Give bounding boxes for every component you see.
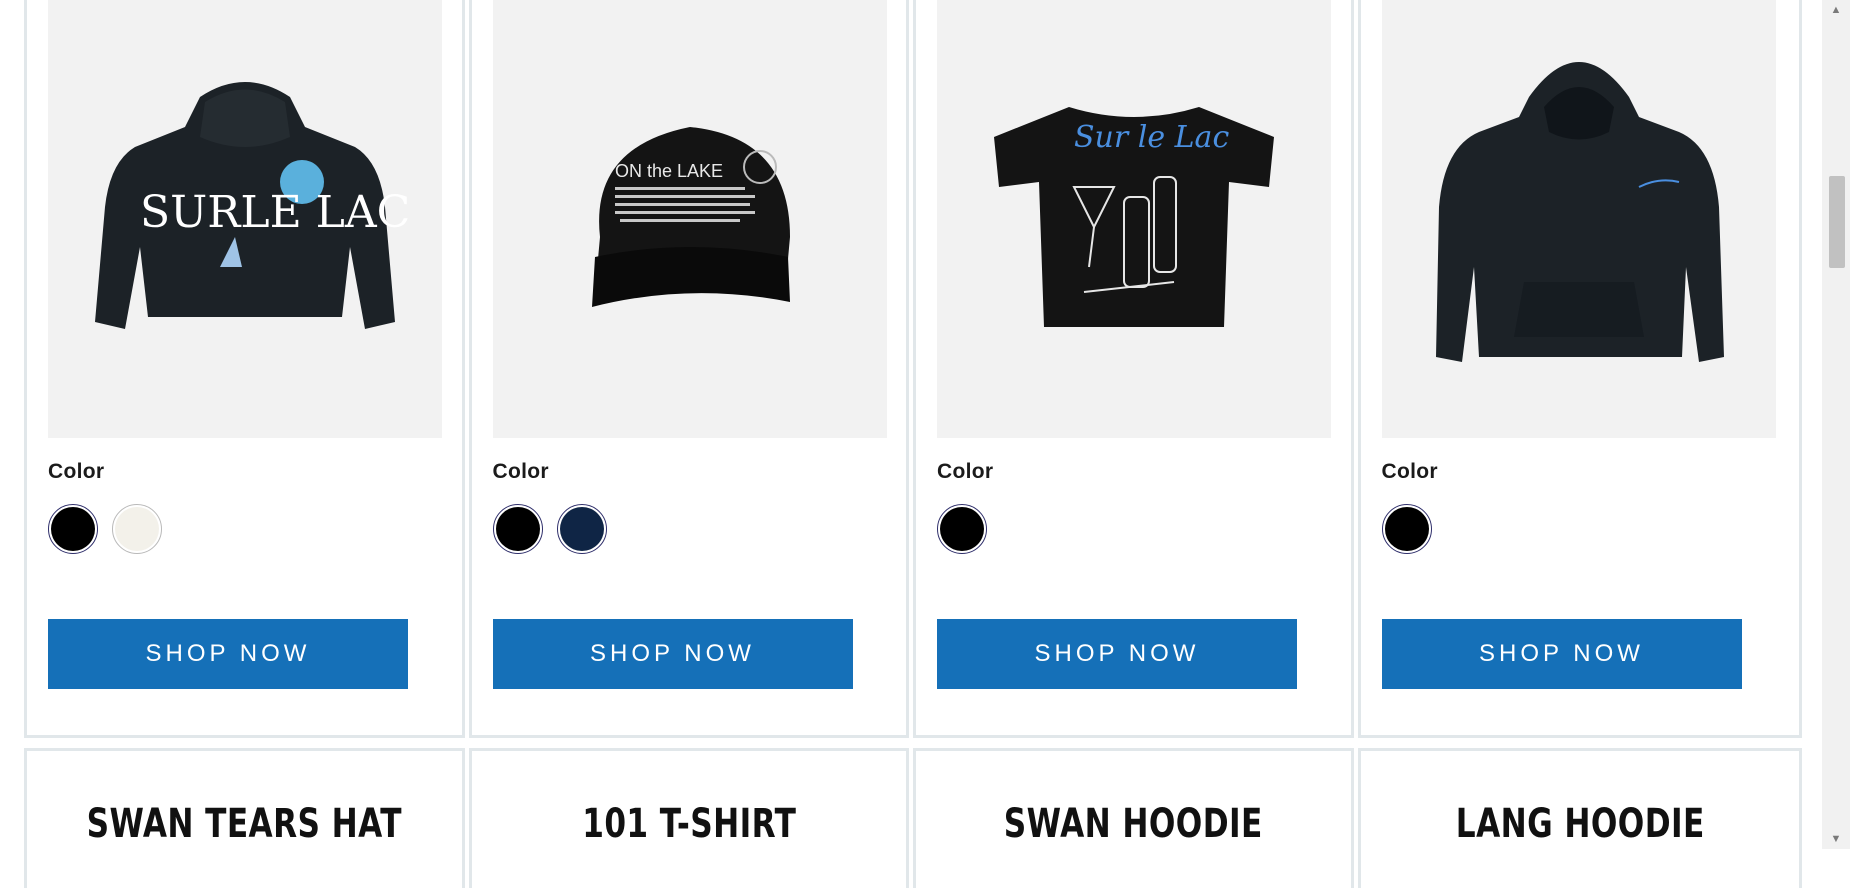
product-title[interactable]: 101 T-SHIRT [519, 801, 858, 847]
product-title[interactable]: SWAN TEARS HAT [75, 801, 414, 847]
hoodie-front-image [1435, 62, 1724, 362]
scroll-up-arrow-icon[interactable]: ▲ [1822, 0, 1850, 20]
shop-now-button[interactable]: SHOP NOW [937, 619, 1297, 689]
shop-now-button[interactable]: SHOP NOW [492, 619, 853, 689]
product-card: SWAN HOODIE [913, 748, 1354, 888]
product-card: 101 T-SHIRT [468, 748, 909, 888]
swatch-cream[interactable] [112, 504, 162, 554]
vertical-scrollbar[interactable]: ▲ ▼ [1822, 0, 1850, 849]
scroll-thumb[interactable] [1829, 176, 1845, 268]
product-title[interactable]: LANG HOODIE [1409, 801, 1751, 847]
product-grid-row: SURLE LAC Color SHOP NOW ON the LAKE Col… [24, 0, 1802, 738]
product-image[interactable]: SURLE LAC [48, 0, 442, 438]
shop-now-button[interactable]: SHOP NOW [1381, 619, 1742, 689]
swatch-black[interactable] [937, 504, 987, 554]
product-card: ON the LAKE Color SHOP NOW [468, 0, 909, 738]
product-grid-row: SWAN TEARS HAT 101 T-SHIRT SWAN HOODIE L… [24, 748, 1802, 888]
trucker-hat-image: ON the LAKE [591, 127, 790, 307]
tshirt-bottles-image: Sur le Lac [994, 107, 1274, 327]
color-label: Color [492, 460, 549, 483]
color-swatches [48, 504, 162, 554]
color-label: Color [1381, 460, 1438, 483]
hat-print-text: ON the LAKE [615, 161, 723, 181]
product-title[interactable]: SWAN HOODIE [964, 801, 1303, 847]
hoodie-back-print-image: SURLE LAC [95, 82, 410, 329]
color-label: Color [48, 460, 105, 483]
product-image[interactable]: Sur le Lac [937, 0, 1331, 438]
product-card: SWAN TEARS HAT [24, 748, 465, 888]
shop-now-button[interactable]: SHOP NOW [48, 619, 408, 689]
color-swatches [937, 504, 987, 554]
shirt-print-text: Sur le Lac [1074, 120, 1229, 155]
swatch-black[interactable] [492, 504, 543, 554]
swatch-navy[interactable] [556, 504, 607, 554]
print-text: SURLE LAC [140, 187, 410, 238]
scroll-down-arrow-icon[interactable]: ▼ [1822, 829, 1850, 849]
product-card: Sur le Lac Color SHOP NOW [913, 0, 1354, 738]
color-swatches [492, 504, 607, 554]
color-label: Color [937, 460, 994, 483]
product-card: Color SHOP NOW [1357, 0, 1802, 738]
swatch-black[interactable] [48, 504, 98, 554]
product-image[interactable] [1381, 0, 1776, 438]
product-card: SURLE LAC Color SHOP NOW [24, 0, 465, 738]
color-swatches [1381, 504, 1432, 554]
product-image[interactable]: ON the LAKE [492, 0, 887, 438]
product-card: LANG HOODIE [1357, 748, 1802, 888]
swatch-black[interactable] [1381, 504, 1432, 554]
